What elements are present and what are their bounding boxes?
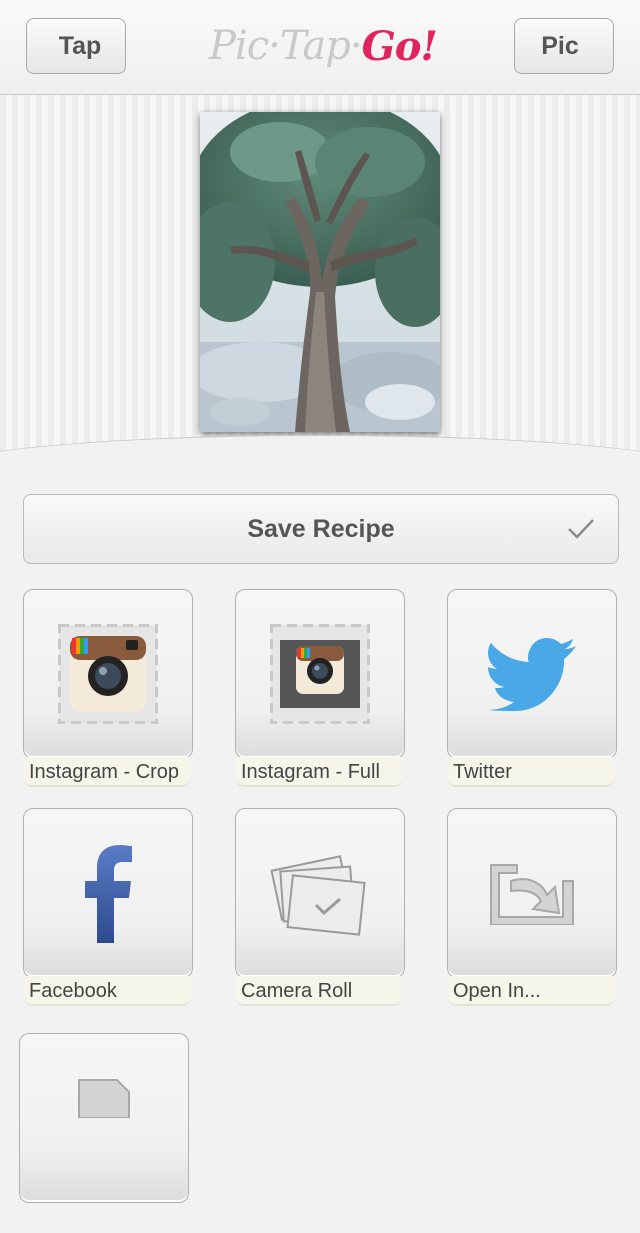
tile-box: [235, 589, 405, 759]
twitter-icon: [488, 638, 576, 711]
app-logo: Pic·Tap· Go!: [209, 16, 438, 76]
tile-label: Camera Roll: [236, 976, 402, 1006]
camera-roll-icon: [270, 855, 366, 936]
navigation-bar: Tap Pic·Tap· Go! Pic: [0, 0, 640, 95]
back-button-label: Tap: [58, 31, 102, 60]
tree-photo-image: [200, 112, 440, 432]
tile-box: [23, 808, 193, 978]
tile-label: Facebook: [24, 976, 190, 1006]
checkmark-icon: [568, 519, 594, 539]
forward-button-label: Pic: [541, 31, 579, 60]
tile-box: [23, 589, 193, 759]
tile-box: [19, 1033, 189, 1203]
save-recipe-button[interactable]: Save Recipe: [23, 494, 619, 564]
facebook-icon: [85, 845, 132, 943]
instagram-crop-icon: [58, 624, 158, 724]
save-recipe-label: Save Recipe: [247, 514, 395, 543]
tile-box: [447, 589, 617, 759]
document-icon: [78, 1079, 130, 1118]
photo-preview[interactable]: [200, 112, 440, 432]
instagram-full-icon: [270, 624, 370, 724]
share-instagram-crop[interactable]: Instagram - Crop: [23, 589, 193, 789]
tile-label: Twitter: [448, 757, 614, 787]
back-button[interactable]: Tap: [4, 17, 126, 75]
share-instagram-full[interactable]: Instagram - Full: [235, 589, 405, 789]
tile-label: Instagram - Crop: [24, 757, 190, 787]
share-facebook[interactable]: Facebook: [23, 808, 193, 1008]
share-twitter[interactable]: Twitter: [447, 589, 617, 789]
share-camera-roll[interactable]: Camera Roll: [235, 808, 405, 1008]
forward-button[interactable]: Pic: [514, 17, 636, 75]
logo-accent-text: Go!: [361, 22, 438, 70]
share-document[interactable]: [19, 1033, 189, 1233]
logo-text: Pic·Tap·: [209, 23, 363, 69]
photo-stage: [0, 95, 640, 475]
tile-label: Open In...: [448, 976, 614, 1006]
tile-box: [447, 808, 617, 978]
tile-label: Instagram - Full: [236, 757, 402, 787]
tile-box: [235, 808, 405, 978]
stage-curve-divider: [0, 435, 640, 475]
open-in-icon: [490, 864, 574, 925]
share-open-in[interactable]: Open In...: [447, 808, 617, 1008]
forward-arrow-icon: [578, 17, 636, 75]
back-arrow-icon: [4, 17, 62, 75]
